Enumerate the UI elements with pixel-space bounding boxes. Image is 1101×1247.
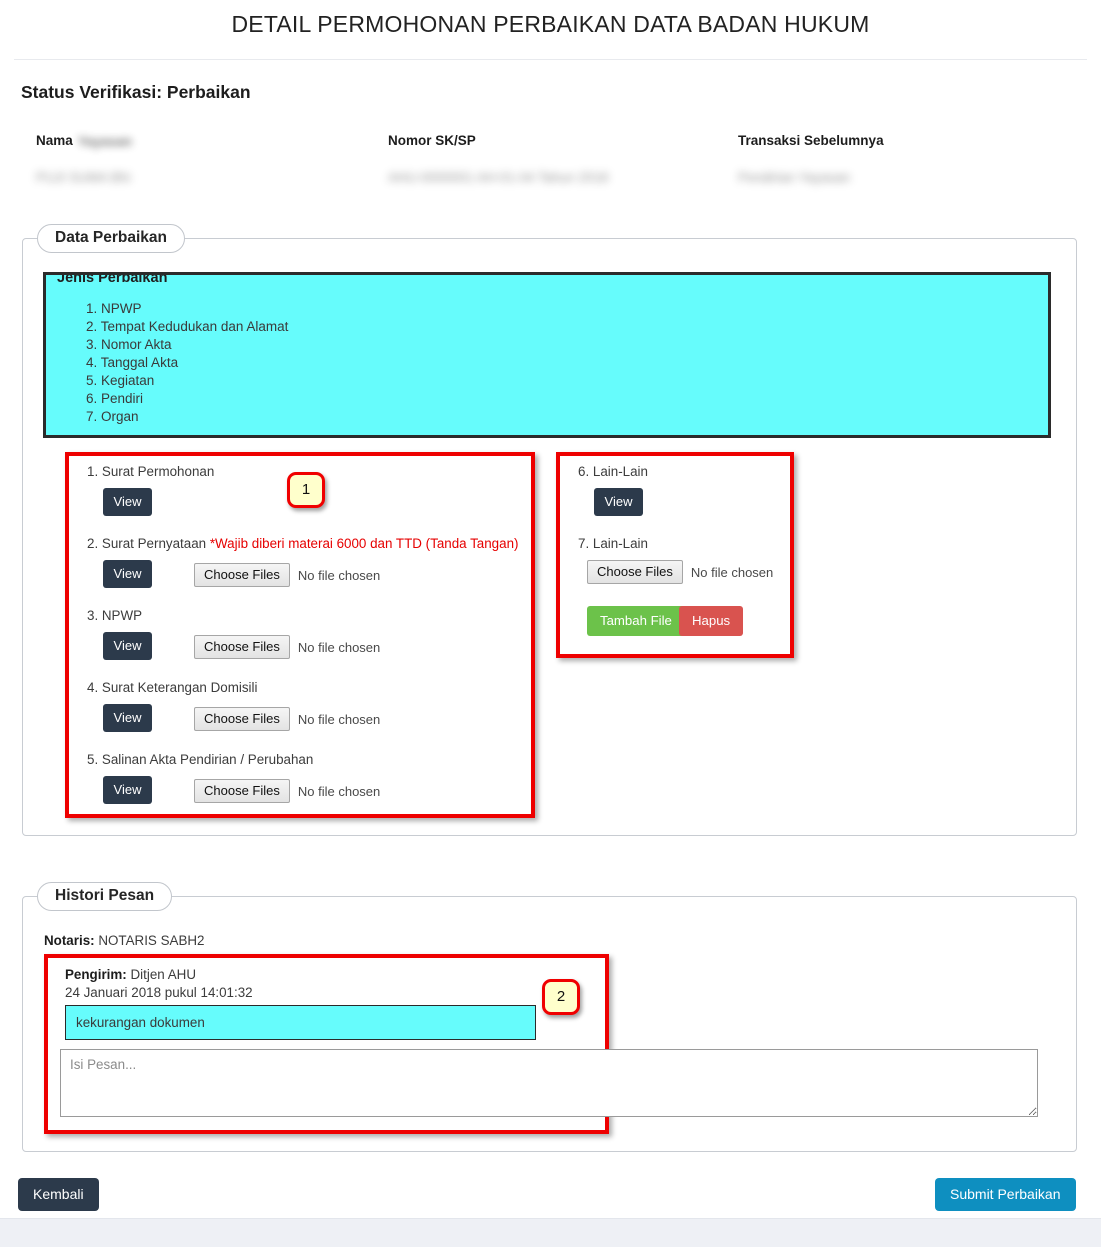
file-status-text: No file chosen: [298, 712, 380, 727]
file-input-lain-lain[interactable]: Choose Files No file chosen: [587, 560, 773, 584]
list-item: 6. Pendiri: [57, 390, 288, 408]
kembali-button[interactable]: Kembali: [18, 1178, 99, 1211]
status-verifikasi-label: Status Verifikasi: Perbaikan: [21, 82, 251, 103]
document-label: 1. Surat Permohonan: [87, 464, 214, 479]
pengirim-value: Ditjen AHU: [131, 967, 197, 982]
title-divider: [14, 59, 1087, 60]
hapus-button[interactable]: Hapus: [679, 606, 743, 636]
meta-value-nomor-sk-sp: AHU-0000001 AH-01-04 Tahun 2018: [388, 170, 608, 185]
list-item: 3. Nomor Akta: [57, 336, 288, 354]
jenis-perbaikan-title: Jenis Perbaikan: [57, 272, 167, 286]
list-item: 4. Tanggal Akta: [57, 354, 288, 372]
jenis-perbaikan-box: Jenis Perbaikan 1. NPWP 2. Tempat Kedudu…: [43, 272, 1051, 438]
document-label: 5. Salinan Akta Pendirian / Perubahan: [87, 752, 313, 767]
file-status-text: No file chosen: [298, 784, 380, 799]
list-item: 5. Kegiatan: [57, 372, 288, 390]
file-status-text: No file chosen: [691, 565, 773, 580]
submit-perbaikan-button[interactable]: Submit Perbaikan: [935, 1178, 1076, 1211]
choose-files-button[interactable]: Choose Files: [194, 635, 290, 659]
meta-value-nama: PUJI SUMA Bhi: [36, 170, 131, 185]
pengirim-label: Pengirim:: [65, 967, 127, 982]
meta-label-transaksi-sebelumnya: Transaksi Sebelumnya: [738, 133, 884, 148]
file-input-surat-keterangan-domisili[interactable]: Choose Files No file chosen: [194, 707, 380, 731]
choose-files-button[interactable]: Choose Files: [194, 779, 290, 803]
view-button-surat-pernyataan[interactable]: View: [103, 560, 152, 588]
notaris-value: NOTARIS SABH2: [98, 933, 204, 948]
file-input-salinan-akta[interactable]: Choose Files No file chosen: [194, 779, 380, 803]
file-status-text: No file chosen: [298, 568, 380, 583]
list-item: 1. NPWP: [57, 300, 288, 318]
reply-message-textarea[interactable]: [60, 1049, 1038, 1117]
histori-pesan-legend: Histori Pesan: [37, 882, 172, 911]
view-button-surat-keterangan-domisili[interactable]: View: [103, 704, 152, 732]
callout-badge-1: 1: [287, 472, 325, 508]
meta-label-nama-redacted: Yayasan: [78, 134, 132, 149]
data-perbaikan-legend: Data Perbaikan: [37, 224, 185, 253]
choose-files-button[interactable]: Choose Files: [194, 707, 290, 731]
page-title: DETAIL PERMOHONAN PERBAIKAN DATA BADAN H…: [0, 11, 1101, 38]
list-item: 2. Tempat Kedudukan dan Alamat: [57, 318, 288, 336]
callout-badge-2: 2: [542, 979, 580, 1015]
file-input-surat-pernyataan[interactable]: Choose Files No file chosen: [194, 563, 380, 587]
choose-files-button[interactable]: Choose Files: [194, 563, 290, 587]
message-timestamp: 24 Januari 2018 pukul 14:01:32: [65, 985, 253, 1000]
meta-label-nama: NamaYayasan: [36, 133, 132, 149]
document-label: 3. NPWP: [87, 608, 142, 623]
view-button-surat-permohonan[interactable]: View: [103, 488, 152, 516]
choose-files-button[interactable]: Choose Files: [587, 560, 683, 584]
meta-value-transaksi-sebelumnya: Pendirian Yayasan: [738, 170, 850, 185]
view-button-salinan-akta[interactable]: View: [103, 776, 152, 804]
jenis-perbaikan-list: 1. NPWP 2. Tempat Kedudukan dan Alamat 3…: [57, 300, 288, 426]
message-body-field[interactable]: [65, 1005, 536, 1040]
document-label: 6. Lain-Lain: [578, 464, 648, 479]
meta-label-nomor-sk-sp: Nomor SK/SP: [388, 133, 476, 148]
notaris-line: Notaris: NOTARIS SABH2: [44, 933, 205, 948]
pengirim-line: Pengirim: Ditjen AHU: [65, 967, 196, 982]
notaris-label: Notaris:: [44, 933, 95, 948]
page-root: DETAIL PERMOHONAN PERBAIKAN DATA BADAN H…: [0, 0, 1101, 1247]
file-status-text: No file chosen: [298, 640, 380, 655]
list-item: 7. Organ: [57, 408, 288, 426]
document-label: 4. Surat Keterangan Domisili: [87, 680, 257, 695]
document-list-right: 6. Lain-Lain View 7. Lain-Lain Choose Fi…: [556, 452, 794, 658]
file-input-npwp[interactable]: Choose Files No file chosen: [194, 635, 380, 659]
tambah-file-button[interactable]: Tambah File: [587, 606, 685, 636]
document-label: 7. Lain-Lain: [578, 536, 648, 551]
view-button-lain-lain[interactable]: View: [594, 488, 643, 516]
document-label: 2. Surat Pernyataan *Wajib diberi matera…: [87, 536, 518, 551]
required-note: *Wajib diberi materai 6000 dan TTD (Tand…: [210, 536, 519, 551]
view-button-npwp[interactable]: View: [103, 632, 152, 660]
